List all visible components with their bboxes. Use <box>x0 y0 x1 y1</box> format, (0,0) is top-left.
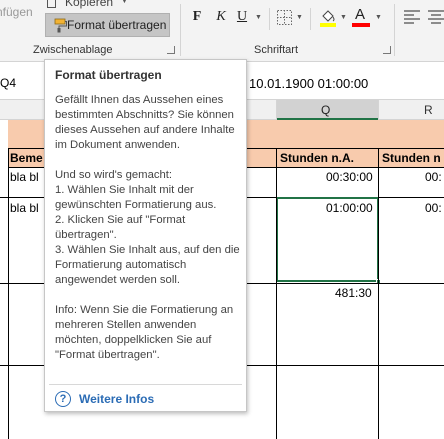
tooltip-info: Info: Wenn Sie die Formatierung an mehre… <box>55 304 234 361</box>
font-color-swatch <box>352 23 370 27</box>
name-box[interactable]: Q4 <box>0 76 16 90</box>
align-center-icon[interactable] <box>428 10 444 24</box>
copy-label: Kopieren <box>65 0 114 9</box>
border-icon[interactable] <box>277 10 292 25</box>
underline-button[interactable]: U <box>233 8 251 26</box>
selected-cell-q[interactable] <box>276 197 379 282</box>
clipboard-dialog-launcher[interactable] <box>167 46 175 54</box>
format-painter-label: Format übertragen <box>67 18 167 32</box>
tooltip-divider <box>49 384 242 385</box>
ribbon: nfügen Kopieren ▼ Format übertragen Zwis… <box>0 0 444 62</box>
tooltip-steps-heading: Und so wird's gemacht: <box>55 169 173 181</box>
font-color-dropdown-icon[interactable]: ▼ <box>375 14 382 21</box>
tooltip-step-1: 1. Wählen Sie Inhalt mit der gewünschten… <box>55 184 217 211</box>
copy-icon <box>47 0 56 8</box>
format-painter-icon <box>54 18 67 33</box>
column-header-r[interactable]: R <box>378 100 444 120</box>
header-cell-q[interactable]: Stunden n.A. <box>280 151 354 165</box>
paste-button-label[interactable]: nfügen <box>0 5 33 19</box>
column-border <box>8 148 9 439</box>
formula-input[interactable]: 10.01.1900 01:00:00 <box>249 76 368 91</box>
fill-color-icon[interactable] <box>319 8 337 27</box>
more-info-link[interactable]: ? Weitere Infos <box>55 391 154 407</box>
chevron-down-icon: ▼ <box>121 0 127 5</box>
font-group-label: Schriftart <box>254 44 299 56</box>
column-header-q[interactable]: Q <box>276 100 378 120</box>
cell-left-row2[interactable]: bla bl <box>10 201 39 215</box>
more-info-label: Weitere Infos <box>79 392 155 406</box>
tooltip-title: Format übertragen <box>55 68 162 82</box>
cell-left-row1[interactable]: bla bl <box>10 170 39 184</box>
header-cell-bemerkung[interactable]: Beme <box>10 151 43 165</box>
italic-button[interactable]: K <box>212 8 230 26</box>
cell-r-row2[interactable]: 00: <box>425 201 442 215</box>
cell-r-row1[interactable]: 00: <box>425 170 442 184</box>
border-dropdown-icon[interactable]: ▼ <box>296 14 303 21</box>
group-divider <box>180 4 181 56</box>
tooltip-step-3: 3. Wählen Sie Inhalt aus, auf den die Fo… <box>55 244 240 286</box>
font-dialog-launcher[interactable] <box>383 46 391 54</box>
tooltip-intro: Gefällt Ihnen das Aussehen eines bestimm… <box>55 94 235 151</box>
header-cell-r[interactable]: Stunden n <box>382 151 441 165</box>
column-border <box>276 148 277 439</box>
help-icon: ? <box>55 391 71 407</box>
toolbar-divider <box>310 8 311 30</box>
format-painter-tooltip: Format übertragen Gefällt Ihnen das Auss… <box>44 59 247 412</box>
gridline <box>276 100 277 120</box>
tooltip-body: Gefällt Ihnen das Aussehen eines bestimm… <box>55 93 241 378</box>
format-painter-button[interactable]: Format übertragen <box>45 13 170 37</box>
cell-q-row1[interactable]: 00:30:00 <box>326 170 373 184</box>
column-border <box>378 148 379 439</box>
tooltip-step-2: 2. Klicken Sie auf "Format übertragen". <box>55 214 186 241</box>
font-color-icon: A <box>355 6 366 23</box>
cell-q-total[interactable]: 481:30 <box>335 286 372 300</box>
copy-button[interactable]: Kopieren ▼ <box>47 0 127 9</box>
font-color-button[interactable]: A <box>352 6 370 28</box>
fill-color-dropdown-icon[interactable]: ▼ <box>340 14 347 21</box>
align-left-icon[interactable] <box>404 10 420 24</box>
group-divider <box>394 4 395 56</box>
clipboard-group-label: Zwischenablage <box>33 44 113 56</box>
gridline <box>378 100 379 120</box>
bold-button[interactable]: F <box>188 8 206 26</box>
underline-dropdown-icon[interactable]: ▼ <box>255 14 262 21</box>
toolbar-divider <box>269 8 270 30</box>
